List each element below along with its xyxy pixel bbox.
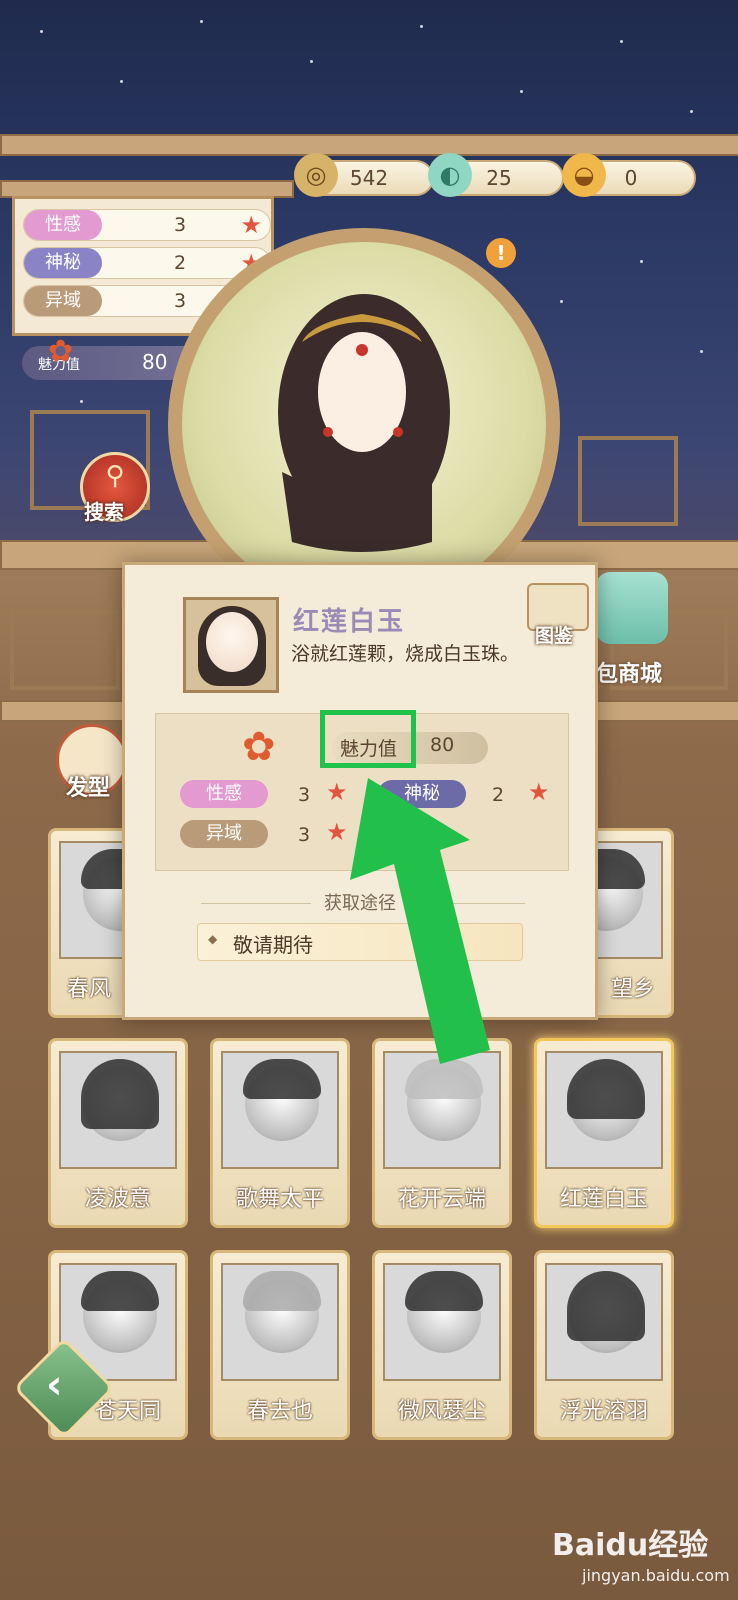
- stat-label: 性感: [180, 780, 268, 808]
- attribute-label: 异域: [24, 286, 102, 316]
- lotus-icon: ✿: [48, 334, 74, 369]
- card-frame: [545, 1263, 663, 1381]
- attribute-row: 性感 3 ★: [23, 209, 271, 241]
- charm-value: 80: [142, 350, 168, 374]
- card-frame: [383, 1263, 501, 1381]
- card-name: 歌舞太平: [235, 1187, 324, 1212]
- star-icon: ★: [528, 778, 550, 806]
- star-icon: ★: [326, 818, 348, 846]
- item-thumbnail: [183, 597, 279, 693]
- stat-label: 异域: [180, 820, 268, 848]
- card-frame: [59, 1051, 177, 1169]
- card-frame: [383, 1051, 501, 1169]
- hairstyle-card[interactable]: 凌波意: [48, 1038, 188, 1228]
- coin-icon[interactable]: ◎: [294, 153, 338, 197]
- character-illustration: [278, 294, 450, 552]
- acquisition-title: 获取途径: [324, 893, 396, 914]
- item-name: 红莲白玉: [293, 607, 406, 637]
- charm-value: 80: [430, 734, 455, 756]
- tab-hairstyle[interactable]: 发型: [66, 770, 110, 802]
- card-name: 花开云端: [397, 1187, 486, 1212]
- stat-value: 3: [298, 784, 311, 806]
- attribute-label: 性感: [24, 210, 102, 240]
- jade-value: 25: [486, 166, 512, 190]
- attribute-label: 神秘: [24, 248, 102, 278]
- stat-value: 3: [298, 824, 311, 846]
- back-arrow-icon: ‹: [46, 1362, 63, 1408]
- card-name: 春去也: [246, 1399, 313, 1424]
- attribute-value: 3: [174, 214, 187, 236]
- item-description: 浴就红莲颗，烧成白玉珠。: [291, 643, 520, 665]
- stat-panel: ✿ 魅力值 80 性感 3 ★ 神秘 2 ★ 异域 3 ★: [155, 710, 569, 871]
- lattice-left: [10, 610, 120, 690]
- stat-label: 神秘: [378, 780, 466, 808]
- card-frame: [221, 1263, 339, 1381]
- hairstyle-card[interactable]: 花开云端: [372, 1038, 512, 1228]
- star-icon: ★: [326, 778, 348, 806]
- hairstyle-card[interactable]: 微风瑟尘: [372, 1250, 512, 1440]
- acquisition-text: 敬请期待: [233, 933, 313, 957]
- search-icon: ⚲: [105, 461, 125, 491]
- atlas-label[interactable]: 图鉴: [535, 621, 573, 648]
- card-frame: [221, 1051, 339, 1169]
- star-icon: ★: [240, 211, 262, 239]
- shop-label[interactable]: 包商城: [596, 656, 662, 688]
- jade-icon[interactable]: ◐: [428, 153, 472, 197]
- card-name: 微风瑟尘: [397, 1399, 486, 1424]
- card-name: 红莲白玉: [559, 1187, 648, 1212]
- top-beam: [0, 134, 738, 156]
- gold-ingot-icon[interactable]: ◒: [562, 153, 606, 197]
- highlight-box: [320, 710, 416, 768]
- search-label: 搜索: [84, 500, 124, 524]
- stat-value: 2: [492, 784, 505, 806]
- watermark-logo: Baidu经验: [552, 1528, 709, 1563]
- card-frame: [545, 1051, 663, 1169]
- card-name: 凌波意: [84, 1187, 151, 1212]
- lotus-icon: ✿: [242, 724, 276, 770]
- hairstyle-card[interactable]: 歌舞太平: [210, 1038, 350, 1228]
- card-name: 浮光溶羽: [559, 1399, 648, 1424]
- gold-value: 0: [624, 166, 638, 190]
- diamond-bullet-icon: ◆: [208, 932, 218, 946]
- hairstyle-card-selected[interactable]: 红莲白玉: [534, 1038, 674, 1228]
- hairstyle-card[interactable]: 浮光溶羽: [534, 1250, 674, 1440]
- coin-value: 542: [349, 166, 389, 190]
- watermark-url: jingyan.baidu.com: [582, 1566, 730, 1585]
- hairstyle-card[interactable]: 春去也: [210, 1250, 350, 1440]
- alert-icon[interactable]: !: [486, 238, 516, 268]
- item-detail-popup: 红莲白玉 浴就红莲颗，烧成白玉珠。 图鉴 ✿ 魅力值 80 性感 3 ★ 神秘 …: [122, 562, 598, 1020]
- shop-icon[interactable]: [596, 572, 668, 644]
- window-right: [578, 436, 678, 526]
